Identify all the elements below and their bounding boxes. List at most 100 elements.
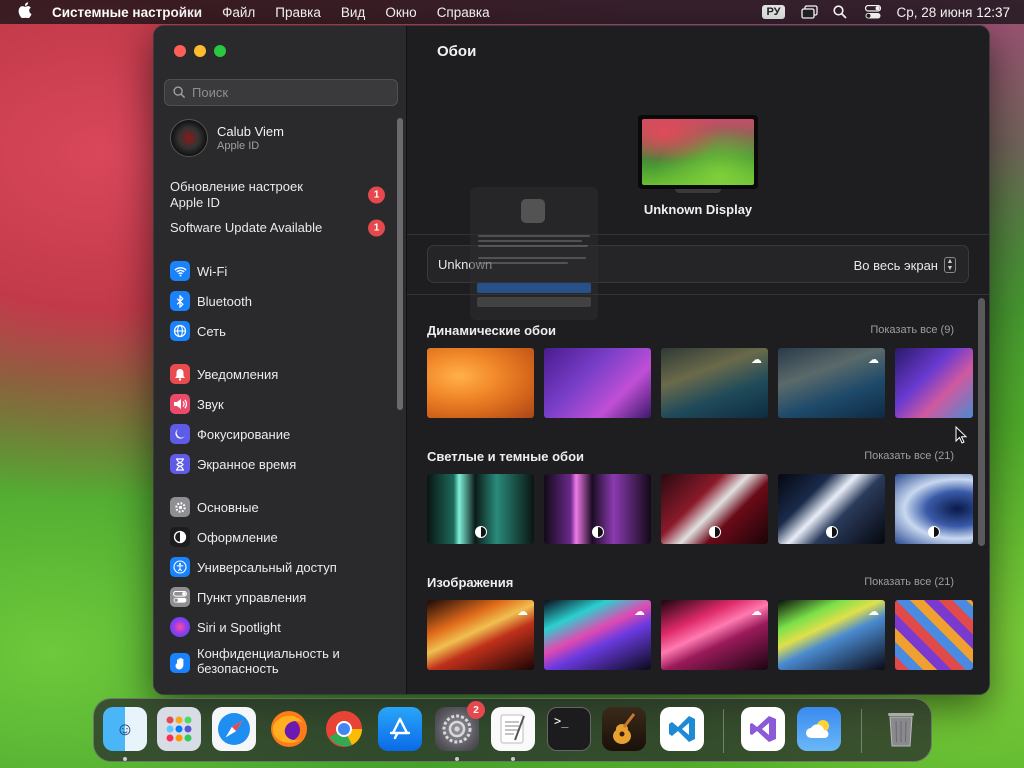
- notice-badge: 1: [368, 219, 385, 237]
- show-all-pictures-button[interactable]: Показать все (21): [864, 576, 954, 588]
- download-cloud-icon: ☁: [868, 354, 879, 366]
- search-icon: [173, 86, 186, 99]
- wallpaper-thumb[interactable]: [895, 474, 973, 544]
- divider: [407, 294, 989, 295]
- window-stack-icon[interactable]: [800, 5, 818, 19]
- fit-popup-value: Во весь экран: [853, 257, 938, 273]
- notice-apple-id-update[interactable]: Обновление настроек Apple ID 1: [170, 179, 385, 211]
- faded-apple-id-dialog: [470, 187, 598, 320]
- wallpaper-thumb[interactable]: ☁: [544, 600, 651, 670]
- wallpaper-thumb[interactable]: [661, 474, 768, 544]
- zoom-button[interactable]: [214, 45, 226, 57]
- system-settings-icon[interactable]: 2: [435, 701, 485, 751]
- finder-icon[interactable]: ☺: [103, 707, 147, 751]
- close-button[interactable]: [174, 45, 186, 57]
- apple-menu-icon[interactable]: [18, 2, 36, 22]
- menu-edit[interactable]: Правка: [275, 5, 321, 20]
- textedit-icon[interactable]: [491, 707, 535, 751]
- spotlight-search-icon[interactable]: [832, 5, 849, 19]
- apple-id-account[interactable]: Calub Viem Apple ID: [170, 119, 284, 157]
- speaker-icon: [170, 394, 190, 414]
- trash-icon[interactable]: [879, 707, 923, 751]
- light-dark-wallpapers-row: [427, 474, 973, 544]
- vscode-icon[interactable]: [660, 707, 704, 751]
- safari-icon[interactable]: [212, 707, 256, 751]
- sidebar-item-accessibility[interactable]: Универсальный доступ: [170, 557, 380, 577]
- clock[interactable]: Ср, 28 июня 12:37: [897, 5, 1011, 20]
- display-preview: [638, 115, 758, 189]
- dialog-primary-button: [477, 283, 591, 293]
- sidebar-item-bluetooth[interactable]: Bluetooth: [170, 291, 380, 311]
- download-cloud-icon: ☁: [751, 606, 762, 618]
- terminal-icon[interactable]: >_: [547, 707, 591, 751]
- control-center-toggle-icon[interactable]: [864, 4, 881, 19]
- gear-icon: [170, 497, 190, 517]
- wallpaper-thumb[interactable]: ☁: [778, 348, 885, 418]
- pictures-wallpapers-row: ☁ ☁ ☁ ☁: [427, 600, 973, 670]
- sidebar-item-appearance[interactable]: Оформление: [170, 527, 380, 547]
- wallpaper-thumb[interactable]: ☁: [661, 348, 768, 418]
- sidebar-item-siri-spotlight[interactable]: Siri и Spotlight: [170, 617, 380, 637]
- dialog-line: [478, 262, 568, 264]
- app-menu[interactable]: Системные настройки: [52, 5, 202, 20]
- notice-software-update[interactable]: Software Update Available 1: [170, 219, 385, 237]
- sidebar-item-screen-time[interactable]: Экранное время: [170, 454, 380, 474]
- sidebar-item-notifications[interactable]: Уведомления: [170, 364, 380, 384]
- sidebar-item-sound[interactable]: Звук: [170, 394, 380, 414]
- dialog-line: [478, 235, 590, 237]
- wallpaper-thumb[interactable]: [544, 348, 651, 418]
- dock-separator: [861, 709, 862, 753]
- menu-window[interactable]: Окно: [385, 5, 416, 20]
- wallpaper-pane: Обои Unknown Display Unknown Во весь экр…: [407, 26, 989, 694]
- wallpaper-thumb[interactable]: [427, 348, 534, 418]
- wallpaper-thumb[interactable]: [427, 474, 534, 544]
- wallpaper-thumb[interactable]: [778, 474, 885, 544]
- show-all-light-dark-button[interactable]: Показать все (21): [864, 450, 954, 462]
- wallpaper-thumb[interactable]: ☁: [427, 600, 534, 670]
- weather-icon[interactable]: [797, 707, 841, 751]
- chevron-up-down-icon: ▲ ▼: [944, 257, 956, 273]
- light-dark-icon: [825, 526, 838, 538]
- download-cloud-icon: ☁: [517, 606, 528, 618]
- wallpaper-thumb[interactable]: [544, 474, 651, 544]
- menu-file[interactable]: Файл: [222, 5, 255, 20]
- bell-icon: [170, 364, 190, 384]
- sidebar-item-network[interactable]: Сеть: [170, 321, 380, 341]
- sidebar-item-label: Основные: [197, 499, 259, 515]
- minimize-button[interactable]: [194, 45, 206, 57]
- show-all-dynamic-button[interactable]: Показать все (9): [870, 324, 954, 336]
- main-scrollbar[interactable]: [978, 298, 985, 546]
- control-center-icon: [170, 587, 190, 607]
- sidebar-scrollbar[interactable]: [397, 118, 403, 410]
- sidebar-item-wifi[interactable]: Wi-Fi: [170, 261, 380, 281]
- dialog-line: [478, 240, 582, 242]
- siri-icon: [170, 617, 190, 637]
- input-source-indicator[interactable]: РУ: [762, 5, 785, 19]
- light-dark-icon: [474, 526, 487, 538]
- wallpaper-thumb[interactable]: ☁: [661, 600, 768, 670]
- wallpaper-thumb[interactable]: ☁: [778, 600, 885, 670]
- page-title: Обои: [437, 43, 477, 60]
- menu-view[interactable]: Вид: [341, 5, 365, 20]
- sidebar-item-privacy[interactable]: Конфиденциальность и безопасность: [170, 646, 380, 676]
- sidebar-item-control-center[interactable]: Пункт управления: [170, 587, 380, 607]
- wallpaper-thumb[interactable]: [895, 600, 973, 670]
- sidebar-item-label: Сеть: [197, 323, 226, 339]
- sidebar-item-general[interactable]: Основные: [170, 497, 380, 517]
- firefox-icon[interactable]: [267, 707, 311, 751]
- menu-help[interactable]: Справка: [437, 5, 490, 20]
- chrome-icon[interactable]: [322, 707, 366, 751]
- dialog-secondary-button: [477, 297, 591, 307]
- sidebar-item-label: Wi-Fi: [197, 263, 228, 279]
- current-wallpaper-image: [642, 119, 754, 185]
- search-field[interactable]: Поиск: [164, 79, 398, 106]
- display-stand: [675, 189, 721, 193]
- garageband-icon[interactable]: [602, 707, 646, 751]
- wallpaper-thumb[interactable]: [895, 348, 973, 418]
- sidebar-item-focus[interactable]: Фокусирование: [170, 424, 380, 444]
- fit-popup-button[interactable]: Во весь экран ▲ ▼: [854, 257, 956, 273]
- download-cloud-icon: ☁: [751, 354, 762, 366]
- launchpad-icon[interactable]: [157, 707, 201, 751]
- app-store-icon[interactable]: [378, 707, 422, 751]
- visual-studio-icon[interactable]: [741, 707, 785, 751]
